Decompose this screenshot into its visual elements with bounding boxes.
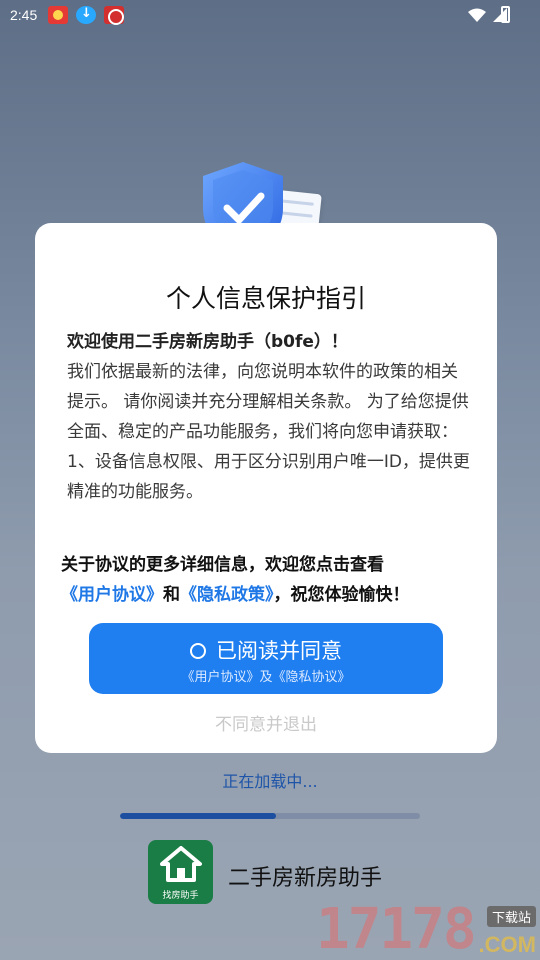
app-notification-icon <box>104 6 124 25</box>
watermark-domain: .COM <box>478 932 536 957</box>
red-envelope-notification-icon <box>48 6 68 24</box>
privacy-policy-link[interactable]: 《隐私政策》 <box>180 585 274 605</box>
radio-circle-icon <box>190 643 206 659</box>
app-name: 二手房新房助手 <box>228 866 383 891</box>
privacy-dialog: 个人信息保护指引 欢迎使用二手房新房助手（b0fe）！ 我们依据最新的法律，向您… <box>35 223 497 753</box>
loading-progress-bar <box>120 813 420 819</box>
house-icon <box>160 846 202 882</box>
app-logo-text: 找房助手 <box>162 891 199 901</box>
wifi-icon <box>468 8 486 22</box>
agree-button-label: 已阅读并同意 <box>216 639 342 663</box>
policy-text: 我们依据最新的法律，向您说明本软件的政策的相关提示。 请你阅读并充分理解相关条款… <box>67 362 469 442</box>
dialog-body: 欢迎使用二手房新房助手（b0fe）！ 我们依据最新的法律，向您说明本软件的政策的… <box>67 327 471 507</box>
watermark-number: 17178 <box>316 897 477 960</box>
status-bar: 2:45 <box>0 0 540 32</box>
download-notification-icon <box>76 6 96 24</box>
site-watermark: 17178 下载站 .COM <box>316 900 540 960</box>
agreement-outro: ，祝您体验愉快！ <box>273 585 410 605</box>
greeting-text: 欢迎使用二手房新房助手（b0fe）！ <box>67 332 348 352</box>
agreement-intro: 关于协议的更多详细信息，欢迎您点击查看 <box>61 555 384 575</box>
and-text: 和 <box>163 585 180 605</box>
agree-button-main: 已阅读并同意 <box>89 635 443 665</box>
dialog-title: 个人信息保护指引 <box>165 284 366 313</box>
permission-item: 1、设备信息权限、用于区分识别用户唯一ID，提供更精准的功能服务。 <box>67 452 470 502</box>
agreement-text: 关于协议的更多详细信息，欢迎您点击查看《用户协议》和《隐私政策》，祝您体验愉快！ <box>61 550 481 610</box>
agree-button[interactable]: 已阅读并同意 《用户协议》及《隐私协议》 <box>89 623 443 694</box>
decline-button[interactable]: 不同意并退出 <box>35 710 497 735</box>
agree-button-subtitle: 《用户协议》及《隐私协议》 <box>181 670 351 685</box>
user-agreement-link[interactable]: 《用户协议》 <box>61 585 163 605</box>
app-logo: 找房助手 <box>148 840 213 904</box>
loading-progress-fill <box>120 813 276 819</box>
status-time: 2:45 <box>10 7 38 23</box>
watermark-tag: 下载站 <box>486 906 536 927</box>
loading-text: 正在加载中... <box>222 772 318 791</box>
battery-icon <box>501 6 510 23</box>
